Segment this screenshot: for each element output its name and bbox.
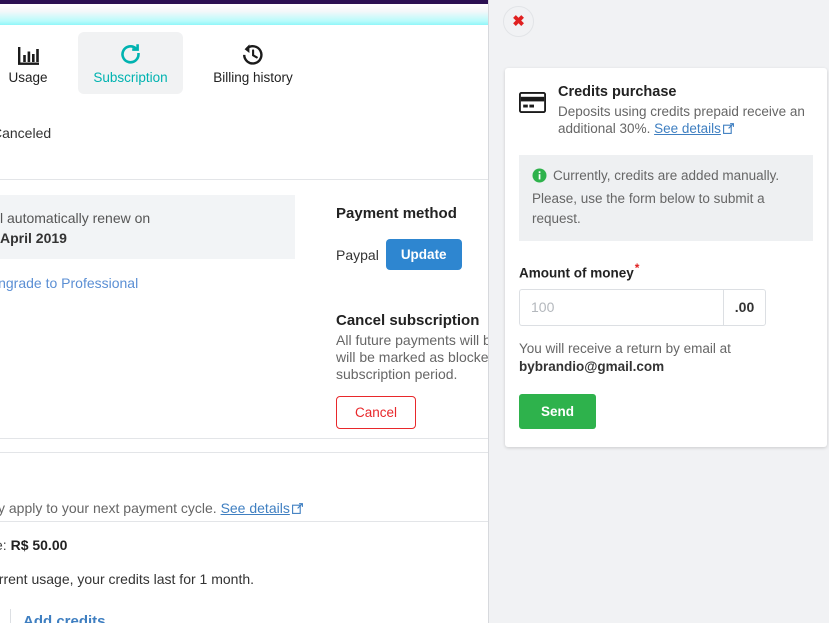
send-button[interactable]: Send: [519, 393, 597, 429]
amount-input[interactable]: [519, 288, 723, 326]
renewal-text: l automatically renew on April 2019: [0, 208, 300, 248]
tab-usage[interactable]: Usage: [0, 32, 64, 94]
tab-subscription-label: Subscription: [93, 69, 168, 85]
divider: [0, 521, 488, 522]
external-link-icon: [722, 121, 734, 138]
external-link-icon: [291, 501, 303, 517]
info-notice-text: Currently, credits are added manually. P…: [532, 168, 780, 226]
payment-method-title: Payment method: [336, 205, 457, 222]
button-group-separator: [10, 609, 11, 623]
amount-field-label: Amount of money*: [519, 261, 813, 281]
renewal-date: April 2019: [0, 230, 67, 246]
divider: [0, 179, 488, 180]
info-circle-icon: [532, 168, 547, 189]
bar-chart-icon: [16, 42, 41, 68]
credits-balance-value: R$ 50.00: [10, 537, 68, 553]
renewal-info-box: l automatically renew on April 2019: [0, 195, 295, 259]
amount-input-group: .00: [519, 288, 766, 326]
history-clock-icon: [239, 42, 267, 68]
card-see-details-label: See details: [654, 121, 721, 136]
cancel-subscription-description: All future payments will b will be marke…: [336, 332, 488, 383]
cancel-subscription-section: Cancel subscription All future payments …: [336, 312, 488, 429]
tab-bar: Usage Subscription Billing history: [0, 32, 488, 94]
cancel-subscription-title: Cancel subscription: [336, 312, 480, 329]
tab-billing-label: Billing history: [213, 69, 293, 85]
cancel-desc-line-2: will be marked as blocke: [336, 349, 488, 365]
payment-provider-label: Paypal: [336, 246, 379, 263]
card-header-text: Credits purchase Deposits using credits …: [558, 84, 813, 138]
credits-balance-label: ce:: [0, 537, 7, 553]
prorate-see-details-link[interactable]: See details: [221, 500, 303, 516]
credits-purchase-panel: ✖ Credits purchase Deposits using credit…: [488, 0, 829, 623]
prorate-note-text: ally apply to your next payment cycle.: [0, 500, 217, 516]
return-email-note: You will receive a return by email at by…: [519, 340, 813, 376]
tab-subscription[interactable]: Subscription: [78, 32, 183, 94]
credits-usage-note: current usage, your credits last for 1 m…: [0, 571, 255, 587]
cancel-desc-line-3: subscription period.: [336, 366, 458, 382]
amount-decimals-suffix: .00: [723, 288, 766, 326]
info-notice: Currently, credits are added manually. P…: [519, 155, 813, 241]
credit-card-icon: [518, 91, 547, 116]
card-title: Credits purchase: [558, 84, 677, 100]
main-content: Usage Subscription Billing history ancel…: [0, 25, 488, 623]
credits-purchase-card: Credits purchase Deposits using credits …: [505, 68, 827, 447]
return-email-address: bybrandio@gmail.com: [519, 358, 665, 374]
renewal-line-1: l automatically renew on: [0, 210, 151, 226]
status-badge: Canceled: [0, 125, 52, 141]
payment-method-row: Paypal Update: [336, 239, 488, 270]
required-marker: *: [634, 261, 640, 275]
tab-billing[interactable]: Billing history: [193, 32, 313, 94]
close-glyph: ✖: [512, 13, 525, 30]
prorate-note-row: ally apply to your next payment cycle. S…: [0, 500, 488, 517]
add-credits-button[interactable]: Add credits: [23, 613, 106, 623]
divider: [0, 438, 488, 439]
prorate-see-details-label: See details: [220, 500, 290, 516]
amount-label-text: Amount of money: [519, 265, 634, 281]
card-header: Credits purchase Deposits using credits …: [518, 84, 813, 138]
card-see-details-link[interactable]: See details: [654, 121, 734, 136]
downgrade-link[interactable]: wngrade to Professional: [0, 275, 138, 291]
credits-balance-row: ce: R$ 50.00: [0, 537, 67, 553]
card-description: Deposits using credits prepaid receive a…: [558, 103, 813, 138]
close-icon[interactable]: ✖: [503, 6, 534, 37]
cancel-subscription-button[interactable]: Cancel: [336, 396, 417, 429]
divider: [0, 452, 488, 453]
tab-usage-label: Usage: [8, 69, 48, 85]
add-credits-group: Add credits: [10, 609, 106, 623]
renew-arrow-icon: [117, 42, 145, 68]
cancel-desc-line-1: All future payments will b: [336, 332, 488, 348]
update-payment-button[interactable]: Update: [385, 239, 462, 270]
payment-method-section: Payment method Paypal Update: [336, 205, 488, 270]
return-note-text: You will receive a return by email at: [519, 340, 731, 356]
